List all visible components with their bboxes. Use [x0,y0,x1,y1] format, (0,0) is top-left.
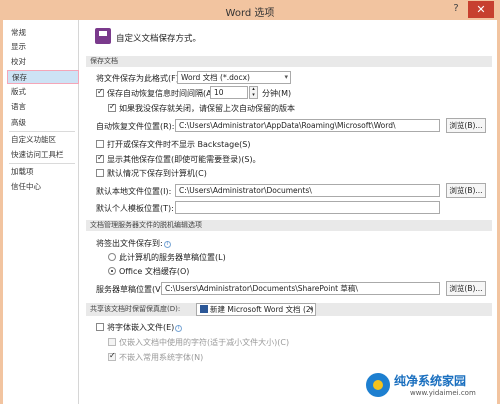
close-button[interactable]: ✕ [468,1,494,18]
word-doc-icon [200,305,208,313]
autorecover-label: 保存自动恢复信息时间间隔(A) [107,89,215,98]
no-common-fonts-option[interactable]: 不嵌入常用系统字体(N) [108,351,204,363]
keep-last-version-label: 如果我没保存就关闭，请保留上次自动保留的版本 [119,104,295,113]
office-cache-radio[interactable] [108,267,116,275]
no-common-fonts-label: 不嵌入常用系统字体(N) [119,353,204,362]
chevron-down-icon: ▾ [284,73,288,81]
minutes-spinner[interactable]: ▴ ▾ [249,86,258,99]
server-drafts-location-value: C:\Users\Administrator\Documents\SharePo… [165,284,358,293]
server-drafts-option[interactable]: 此计算机的服务器草稿位置(L) [108,252,226,263]
default-local-location-input[interactable]: C:\Users\Administrator\Documents\ [175,184,440,197]
sidebar-divider [9,163,75,164]
keep-last-version-checkbox[interactable] [108,102,116,112]
options-sidebar: 常规 显示 校对 保存 版式 语言 高级 自定义功能区 快速访问工具栏 加载项 … [3,20,79,404]
autorecover-minutes-value: 10 [214,88,224,97]
page-header: 自定义文档保存方式。 [116,34,202,44]
sidebar-item-general[interactable]: 常规 [11,26,26,40]
window-title: Word 选项 [225,8,275,19]
show-other-locations-checkbox[interactable] [96,153,104,163]
autorecover-location-input[interactable]: C:\Users\Administrator\AppData\Roaming\M… [175,119,440,132]
chevron-down-icon: ▾ [309,305,313,313]
personal-template-location-label: 默认个人模板位置(T): [96,204,174,213]
keep-last-version-option[interactable]: 如果我没保存就关闭，请保留上次自动保留的版本 [108,102,295,114]
browse-server-drafts-button[interactable]: 浏览(B)... [446,281,486,296]
show-other-locations-label: 显示其他保存位置(即使可能需要登录)(S)。 [107,155,261,164]
fidelity-document-value: 新建 Microsoft Word 文档 (2) [210,305,314,314]
autorecover-location-value: C:\Users\Administrator\AppData\Roaming\M… [179,121,396,130]
site-watermark: 纯净系统家园 www.yidaimei.com [362,370,500,404]
autorecover-location-label: 自动恢复文件位置(R): [96,122,175,131]
default-local-location-label: 默认本地文件位置(I): [96,187,172,196]
title-bar: Word 选项 ? ✕ [0,0,500,20]
save-format-value: Word 文档 (*.docx) [181,73,250,82]
sidebar-item-trust-center[interactable]: 信任中心 [11,180,41,194]
autorecover-minutes-input[interactable]: 10 [210,86,248,99]
checkout-save-to-label: 将签出文件保存到: i [96,238,171,249]
help-icon[interactable]: ? [450,3,462,15]
embed-fonts-label: 将字体嵌入文件(E) [107,323,175,332]
show-other-locations-option[interactable]: 显示其他保存位置(即使可能需要登录)(S)。 [96,153,261,165]
personal-template-location-input[interactable] [175,201,440,214]
no-backstage-label: 打开或保存文件时不显示 Backstage(S) [107,140,251,149]
no-backstage-option[interactable]: 打开或保存文件时不显示 Backstage(S) [96,139,251,150]
watermark-url: www.yidaimei.com [410,389,476,397]
sidebar-item-customize-ribbon[interactable]: 自定义功能区 [11,133,56,147]
sidebar-item-language[interactable]: 语言 [11,100,26,114]
info-icon: i [163,241,171,248]
office-cache-option[interactable]: Office 文档缓存(O) [108,266,189,277]
save-options-panel: 自定义文档保存方式。 保存文档 将文件保存为此格式(F): Word 文档 (*… [86,20,494,404]
sidebar-item-layout[interactable]: 版式 [11,85,26,99]
save-to-computer-label: 默认情况下保存到计算机(C) [107,169,207,178]
browse-default-local-button[interactable]: 浏览(B)... [446,183,486,198]
embed-used-chars-label: 仅嵌入文档中使用的字符(适于减小文件大小)(C) [119,338,290,347]
watermark-logo [366,373,390,397]
fidelity-document-select[interactable]: 新建 Microsoft Word 文档 (2) ▾ [196,303,316,316]
server-drafts-label: 此计算机的服务器草稿位置(L) [119,253,226,262]
section-header-offline-editing: 文档管理服务器文件的脱机编辑选项 [86,220,492,231]
autorecover-checkbox[interactable] [96,87,104,97]
sidebar-item-display[interactable]: 显示 [11,40,26,54]
save-to-computer-checkbox[interactable] [96,169,104,177]
save-to-computer-option[interactable]: 默认情况下保存到计算机(C) [96,168,207,179]
browse-autorecover-button[interactable]: 浏览(B)... [446,118,486,133]
sidebar-item-save[interactable]: 保存 [7,70,79,84]
embed-used-chars-option[interactable]: 仅嵌入文档中使用的字符(适于减小文件大小)(C) [108,337,289,348]
watermark-text: 纯净系统家园 [394,374,467,388]
no-common-fonts-checkbox[interactable] [108,351,116,361]
default-local-location-value: C:\Users\Administrator\Documents\ [179,186,312,195]
embed-fonts-checkbox[interactable] [96,323,104,331]
minutes-unit-label: 分钟(M) [262,89,292,98]
sidebar-item-proofing[interactable]: 校对 [11,55,26,69]
save-format-label: 将文件保存为此格式(F): [96,74,182,83]
fidelity-label: 共享该文档时保留保真度(D): [90,305,181,313]
no-backstage-checkbox[interactable] [96,140,104,148]
sidebar-item-addins[interactable]: 加载项 [11,165,34,179]
sidebar-item-quick-access[interactable]: 快速访问工具栏 [11,148,64,162]
sidebar-item-advanced[interactable]: 高级 [11,116,26,130]
server-drafts-location-label: 服务器草稿位置(V): [96,285,167,294]
save-icon [95,28,111,44]
server-drafts-radio[interactable] [108,253,116,261]
embed-used-chars-checkbox[interactable] [108,338,116,346]
server-drafts-location-input[interactable]: C:\Users\Administrator\Documents\SharePo… [161,282,440,295]
info-icon: i [175,325,183,332]
autorecover-option[interactable]: 保存自动恢复信息时间间隔(A) [96,87,215,99]
sidebar-divider [9,131,75,132]
save-format-select[interactable]: Word 文档 (*.docx) ▾ [177,71,291,84]
embed-fonts-option[interactable]: 将字体嵌入文件(E) i [96,322,183,333]
office-cache-label: Office 文档缓存(O) [119,267,190,276]
section-header-save-documents: 保存文档 [86,56,492,67]
